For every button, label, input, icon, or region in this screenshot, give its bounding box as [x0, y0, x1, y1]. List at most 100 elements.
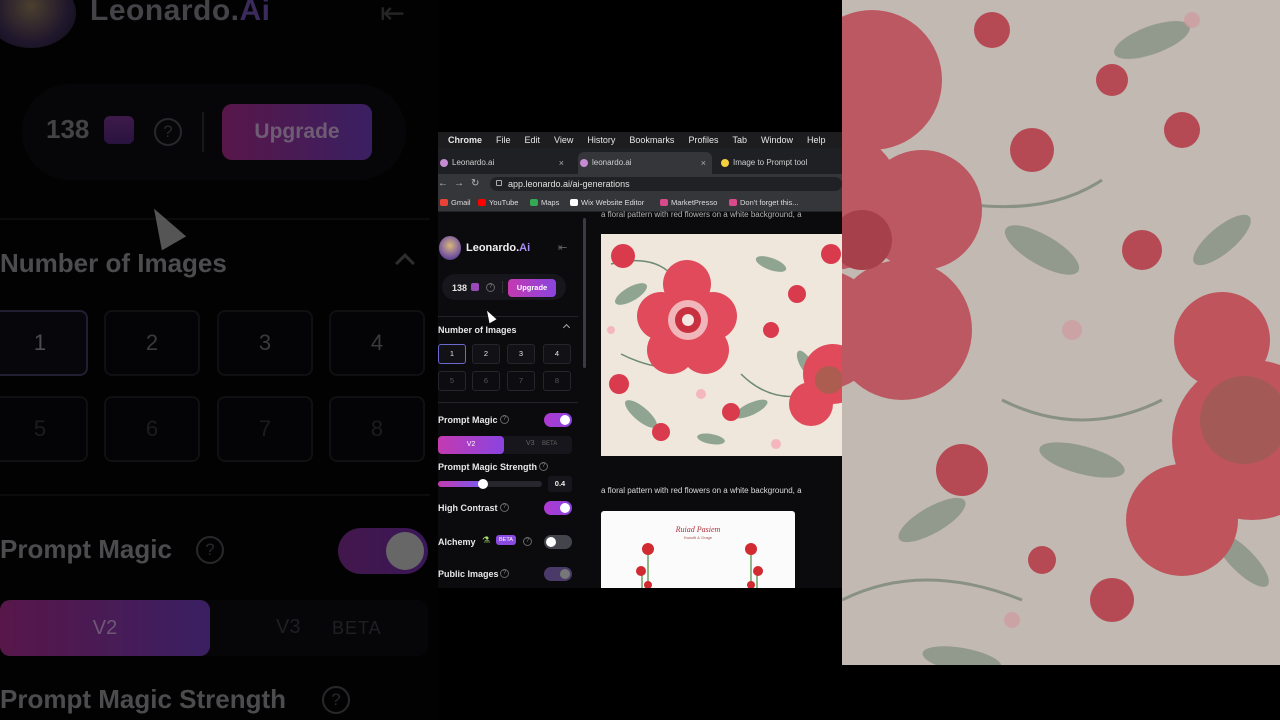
credits-count: 138 [46, 114, 90, 144]
prompt-magic-toggle [338, 528, 428, 574]
menu-help[interactable]: Help [807, 135, 826, 145]
generated-image-floral[interactable] [601, 234, 842, 456]
token-coin-icon [104, 116, 134, 144]
flask-icon: ⚗ [482, 535, 491, 545]
generation-settings-sidebar: Leonardo.Ai ⇤ 138 ? Upgrade Number of Im… [438, 132, 586, 588]
prompt-magic-strength-label: Prompt Magic Strength [0, 684, 287, 714]
zoomed-floral-pattern [842, 0, 1280, 665]
upgrade-button[interactable]: Upgrade [508, 279, 556, 297]
brand-name: Leonardo.Ai [466, 242, 531, 254]
help-icon: ? [196, 536, 224, 564]
high-contrast-label: High Contrast [438, 503, 498, 513]
prompt-magic-label: Prompt Magic [438, 415, 498, 425]
version-v3-option[interactable]: V3 [526, 440, 535, 447]
leonardo-logo-icon[interactable] [439, 236, 461, 260]
public-images-label: Public Images [438, 569, 499, 579]
image-count-option: 1 [0, 310, 88, 376]
image-count-option: 3 [217, 310, 313, 376]
image-count-option: 4 [329, 310, 425, 376]
alchemy-label: Alchemy [438, 537, 476, 547]
prompt-magic-strength-label: Prompt Magic Strength [438, 462, 538, 472]
tab-image-to-prompt[interactable]: Image to Prompt tool [719, 152, 842, 174]
image-count-option-5[interactable]: 5 [438, 371, 466, 391]
generations-feed: a floral pattern with red flowers on a w… [586, 210, 842, 588]
divider [502, 281, 503, 293]
video-frame: Leonardo.Ai ⇤ 138 ? Upgrade Number of Im… [0, 0, 1280, 720]
floral-pattern-artwork [842, 0, 1280, 665]
prompt-magic-toggle[interactable] [544, 413, 572, 427]
marketpresso-icon [660, 199, 668, 206]
help-icon[interactable]: ? [486, 283, 495, 292]
image-count-option-7[interactable]: 7 [507, 371, 535, 391]
image-count-option-3[interactable]: 3 [507, 344, 535, 364]
smiley-favicon-icon [721, 159, 729, 167]
version-v2-option[interactable]: V2 [438, 436, 504, 454]
tab-leonardo-active[interactable]: leonardo.ai × [578, 152, 712, 174]
mouse-cursor-icon [141, 201, 187, 251]
image-count-option-4[interactable]: 4 [543, 344, 571, 364]
bookmark-label: MarketPresso [671, 198, 718, 207]
alchemy-toggle[interactable] [544, 535, 572, 549]
public-images-toggle[interactable] [544, 567, 572, 581]
prompt-magic-label: Prompt Magic [0, 534, 172, 564]
credits-count: 138 [452, 283, 468, 293]
floral-image-artwork [601, 234, 842, 456]
help-icon[interactable]: ? [500, 503, 509, 512]
leonardo-logo-icon [0, 0, 76, 48]
image-count-option-6[interactable]: 6 [472, 371, 500, 391]
menu-window[interactable]: Window [761, 135, 793, 145]
help-icon: ? [322, 686, 350, 714]
image-count-option-2[interactable]: 2 [472, 344, 500, 364]
divider [438, 402, 578, 403]
beta-label: BETA [542, 441, 558, 447]
bookmark-label: Wix Website Editor [581, 198, 645, 207]
high-contrast-toggle[interactable] [544, 501, 572, 515]
close-tab-icon[interactable]: × [701, 152, 706, 174]
token-coin-icon [471, 283, 479, 291]
help-icon[interactable]: ? [539, 462, 548, 471]
divider [202, 112, 204, 152]
bookmark-dont-forget[interactable]: Don't forget this... [729, 198, 799, 207]
help-icon[interactable]: ? [500, 569, 509, 578]
bookmark-label: Don't forget this... [740, 198, 799, 207]
bookmark-icon [729, 199, 737, 206]
menu-profiles[interactable]: Profiles [688, 135, 718, 145]
brand-name: Leonardo.Ai [90, 0, 271, 27]
image-count-option-1[interactable]: 1 [438, 344, 466, 364]
number-of-images-label: Number of Images [0, 248, 227, 278]
slider-handle[interactable] [477, 479, 488, 489]
help-icon[interactable]: ? [500, 415, 509, 424]
menu-bookmarks[interactable]: Bookmarks [629, 135, 674, 145]
menu-history[interactable]: History [587, 135, 615, 145]
generated-image-card[interactable]: Ruiad Pasiem Kwadtt & Grage [601, 511, 795, 588]
help-icon: ? [154, 118, 182, 146]
collapse-sidebar-icon[interactable]: ⇤ [558, 241, 567, 254]
card-flowers-artwork [636, 543, 763, 588]
generation-prompt: a floral pattern with red flowers on a w… [601, 486, 802, 495]
tab-label: Image to Prompt tool [733, 158, 808, 167]
chevron-up-icon [395, 253, 415, 273]
help-icon[interactable]: ? [523, 537, 532, 546]
image-count-option-8[interactable]: 8 [543, 371, 571, 391]
collapse-sidebar-icon: ⇤ [380, 0, 406, 30]
generation-prompt: a floral pattern with red flowers on a w… [601, 210, 802, 219]
divider [0, 494, 430, 496]
menu-tab[interactable]: Tab [732, 135, 747, 145]
mouse-cursor-icon [483, 308, 497, 324]
number-of-images-label[interactable]: Number of Images [438, 325, 517, 335]
upgrade-button: Upgrade [222, 104, 372, 160]
image-count-option: 7 [217, 396, 313, 462]
beta-badge: BETA [496, 535, 516, 545]
version-v2-option: V2 [0, 600, 210, 656]
bookmark-marketpresso[interactable]: MarketPresso [660, 198, 717, 207]
image-count-option: 2 [104, 310, 200, 376]
image-count-option: 5 [0, 396, 88, 462]
browser-window: Chrome File Edit View History Bookmarks … [438, 132, 842, 588]
chevron-up-icon[interactable] [562, 323, 571, 332]
version-v3-option: V3 [276, 616, 301, 638]
zoomed-sidebar-background: Leonardo.Ai ⇤ 138 ? Upgrade Number of Im… [0, 0, 438, 720]
image-count-option: 6 [104, 396, 200, 462]
strength-value[interactable]: 0.4 [548, 476, 572, 492]
beta-label: BETA [332, 618, 382, 638]
slider-fill [438, 481, 483, 487]
